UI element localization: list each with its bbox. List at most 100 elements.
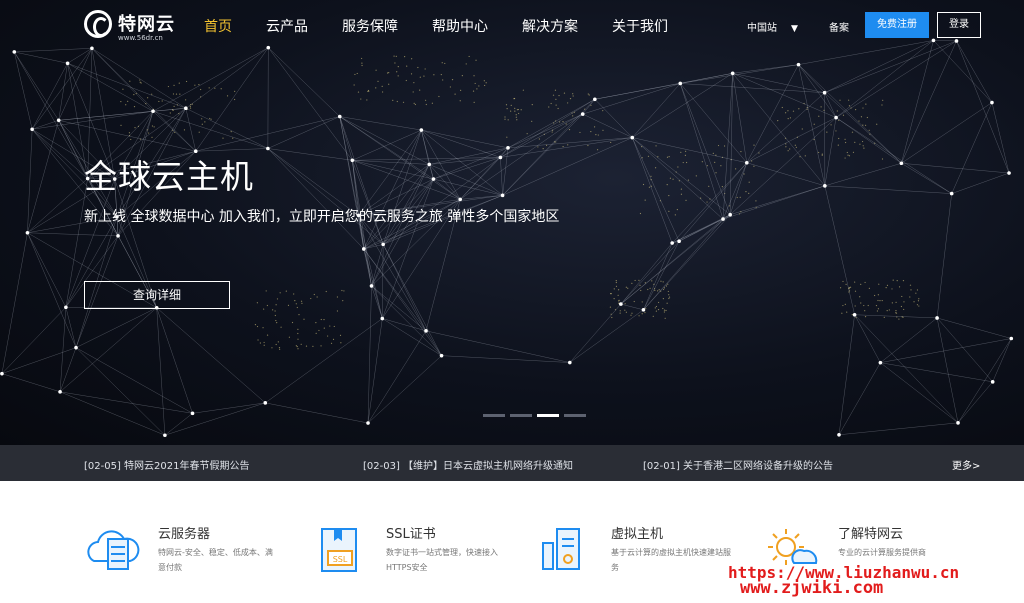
network-node <box>427 162 432 167</box>
city-light <box>654 307 656 309</box>
login-button[interactable]: 登录 <box>937 12 981 38</box>
network-line <box>339 116 365 249</box>
city-light <box>736 196 738 199</box>
city-light <box>274 314 276 317</box>
city-light <box>654 289 656 292</box>
city-light <box>714 161 716 163</box>
city-light <box>531 120 533 122</box>
city-light <box>839 287 842 289</box>
network-line <box>569 303 622 363</box>
city-light <box>167 85 170 88</box>
city-light <box>876 310 878 312</box>
network-line <box>643 242 673 310</box>
carousel-dot-2[interactable] <box>510 414 532 417</box>
city-light <box>325 290 327 293</box>
feature-title: SSL证书 <box>386 527 436 542</box>
city-light <box>888 309 890 311</box>
city-light <box>256 302 258 304</box>
city-light <box>855 109 857 111</box>
city-light <box>514 107 516 109</box>
city-light <box>562 121 564 123</box>
city-light <box>854 141 856 143</box>
city-light <box>862 107 864 109</box>
city-light <box>442 79 444 81</box>
site-selector[interactable]: 中国站 ▼ <box>747 19 798 34</box>
nav-item-solutions[interactable]: 解决方案 <box>522 16 578 36</box>
feature-desc: 特网云-安全、稳定、低成本、满意付款 <box>158 548 273 572</box>
city-light <box>169 112 171 114</box>
feature-desc: 基于云计算的虚拟主机快速建站服务 <box>611 548 731 572</box>
nav-item-help[interactable]: 帮助中心 <box>432 16 488 36</box>
nav-item-about[interactable]: 关于我们 <box>612 16 668 36</box>
city-light <box>891 288 893 290</box>
register-button[interactable]: 免费注册 <box>865 12 929 38</box>
hero-subtitle: 新上线 全球数据中心 加入我们，立即开启您的云服务之旅 弹性多个国家地区 <box>84 209 560 225</box>
city-light <box>668 210 670 213</box>
news-item[interactable]: [02-05] 特网云2021年春节假期公告 <box>84 457 250 472</box>
city-light <box>565 123 567 125</box>
city-light <box>651 280 653 282</box>
hero-banner: 特网云 www.56dr.cn 首页 云产品 服务保障 帮助中心 解决方案 关于… <box>0 0 1024 445</box>
network-line <box>156 307 166 436</box>
network-line <box>441 355 570 363</box>
city-light <box>662 281 664 283</box>
city-light <box>668 194 670 197</box>
news-more-link[interactable]: 更多> <box>952 457 980 472</box>
network-line <box>732 64 799 74</box>
city-light <box>685 161 688 164</box>
city-light <box>864 281 866 284</box>
logo[interactable]: 特网云 www.56dr.cn <box>84 8 204 44</box>
city-light <box>234 90 236 92</box>
city-light <box>665 309 667 312</box>
city-light <box>602 129 604 131</box>
city-light <box>680 188 683 190</box>
city-light <box>226 95 229 97</box>
nav-item-home[interactable]: 首页 <box>204 16 232 36</box>
news-item[interactable]: [02-01] 关于香港二区网络设备升级的公告 <box>643 457 833 472</box>
hero-details-button[interactable]: 查询详细 <box>84 281 230 309</box>
city-light <box>610 292 612 295</box>
city-light <box>552 94 555 96</box>
city-light <box>424 68 426 70</box>
nav-item-cloud-products[interactable]: 云产品 <box>266 16 308 36</box>
city-light <box>879 300 881 302</box>
nav-item-service[interactable]: 服务保障 <box>342 16 398 36</box>
city-light <box>837 144 839 146</box>
city-light <box>474 82 476 85</box>
carousel-dot-4[interactable] <box>564 414 586 417</box>
site-selector-label: 中国站 <box>747 23 777 34</box>
city-light <box>381 85 383 87</box>
city-light <box>153 126 155 128</box>
city-light <box>555 98 557 100</box>
city-light <box>277 341 279 343</box>
news-item[interactable]: [02-03] 【维护】日本云虚拟主机网络升级通知 <box>363 457 573 472</box>
network-node <box>151 109 155 114</box>
beian-link[interactable]: 备案 <box>829 19 849 34</box>
feature-ssl[interactable]: SSL SSL证书 数字证书一站式管理，快速接入HTTPS安全 <box>312 521 512 591</box>
city-light <box>655 305 657 308</box>
city-light <box>318 329 320 332</box>
feature-virtual-host[interactable]: 虚拟主机 基于云计算的虚拟主机快速建站服务 <box>537 521 737 591</box>
carousel-dot-3[interactable] <box>537 414 559 417</box>
city-light <box>128 132 131 134</box>
feature-cloud-server[interactable]: 云服务器 特网云-安全、稳定、低成本、满意付款 <box>84 521 284 591</box>
city-light <box>312 345 314 347</box>
city-light <box>537 146 539 148</box>
city-light <box>133 94 135 96</box>
network-node <box>190 411 195 416</box>
network-line <box>352 160 430 165</box>
city-light <box>861 140 864 143</box>
city-light <box>266 304 268 307</box>
city-light <box>647 155 650 157</box>
city-light <box>617 289 620 291</box>
city-light <box>315 332 317 334</box>
city-light <box>785 146 787 148</box>
network-line <box>671 162 747 244</box>
city-light <box>278 347 281 349</box>
city-light <box>341 289 343 292</box>
network-line <box>632 83 681 138</box>
carousel-dot-1[interactable] <box>483 414 505 417</box>
city-light <box>701 161 703 163</box>
city-light <box>641 301 643 303</box>
city-light <box>200 88 202 91</box>
